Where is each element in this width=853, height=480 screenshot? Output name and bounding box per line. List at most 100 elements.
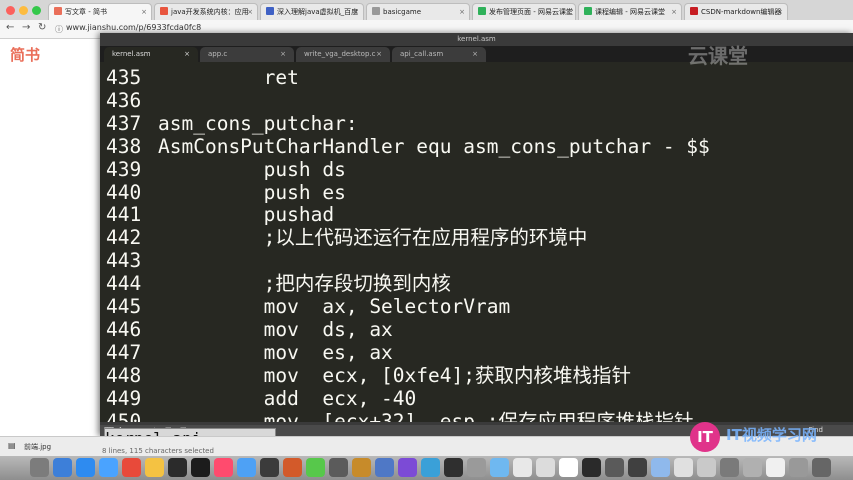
code-text: mov es, ax: [158, 340, 393, 364]
editor-tab[interactable]: app.c ×: [200, 47, 294, 62]
line-number: 438: [106, 134, 142, 158]
dock-app-icon[interactable]: [444, 458, 463, 477]
reload-icon[interactable]: ↻: [38, 22, 46, 33]
close-tab-icon[interactable]: ×: [565, 4, 571, 20]
selection-status: 8 lines, 115 characters selected: [102, 447, 214, 455]
editor-tab[interactable]: api_call.asm ×: [392, 47, 486, 62]
line-number: 435: [106, 66, 142, 89]
line-number: 444: [106, 272, 142, 296]
dock-app-icon[interactable]: [168, 458, 187, 477]
page-info-icon[interactable]: ⓘ: [55, 24, 63, 35]
dock-app-icon[interactable]: [812, 458, 831, 477]
dock-app-icon[interactable]: [30, 458, 49, 477]
code-editor-window: kernel.asm kernel.asm × app.c × write_vga_de…: [100, 33, 853, 436]
dock-app-icon[interactable]: [145, 458, 164, 477]
close-editor-tab-icon[interactable]: ×: [184, 47, 190, 62]
close-editor-tab-icon[interactable]: ×: [472, 47, 478, 62]
browser-tab-label: java开发系统内核：应用: [171, 8, 249, 16]
close-tab-icon[interactable]: ×: [353, 4, 359, 20]
back-icon[interactable]: ←: [6, 22, 14, 33]
line-number: 449: [106, 386, 142, 410]
dock-app-icon[interactable]: [536, 458, 555, 477]
favicon-icon: [160, 7, 168, 15]
browser-tab-label: 课程编辑 - 网易云课堂: [595, 8, 665, 16]
dock-app-icon[interactable]: [237, 458, 256, 477]
dock-app-icon[interactable]: [76, 458, 95, 477]
line-number: 445: [106, 295, 142, 318]
dock-app-icon[interactable]: [559, 458, 578, 477]
zoom-window-button[interactable]: [32, 6, 41, 15]
code-text: add ecx, -40: [158, 386, 417, 410]
line-number: 446: [106, 317, 142, 341]
browser-tab[interactable]: 课程编辑 - 网易云课堂 ×: [578, 3, 682, 20]
watermark-top: 云课堂: [688, 44, 748, 68]
dock-app-icon[interactable]: [214, 458, 233, 477]
dock-app-icon[interactable]: [651, 458, 670, 477]
code-text: push ds: [158, 157, 346, 181]
line-number: 442: [106, 226, 142, 250]
dock-app-icon[interactable]: [99, 458, 118, 477]
dock-app-icon[interactable]: [513, 458, 532, 477]
code-text: mov [ecx+32], esp ;保存应用程序堆栈指针: [158, 409, 694, 423]
close-tab-icon[interactable]: ×: [459, 4, 465, 20]
browser-tab[interactable]: CSDN-markdown编辑器 ×: [684, 3, 788, 20]
favicon-icon: [584, 7, 592, 15]
dock-app-icon[interactable]: [697, 458, 716, 477]
browser-tab[interactable]: 深入理解java虚拟机_百度 ×: [260, 3, 364, 20]
dock-app-icon[interactable]: [421, 458, 440, 477]
dock-app-icon[interactable]: [490, 458, 509, 477]
code-text: ;以上代码还运行在应用程序的环境中: [158, 226, 588, 250]
browser-tab[interactable]: 写文章 - 简书 ×: [48, 3, 152, 20]
line-number: 447: [106, 340, 142, 364]
dock-app-icon[interactable]: [283, 458, 302, 477]
dock-app-icon[interactable]: [743, 458, 762, 477]
download-file-name[interactable]: 前端.jpg: [24, 442, 51, 452]
browser-tab-label: 写文章 - 简书: [65, 8, 107, 16]
code-area[interactable]: 435 ret 436 437 asm_cons_putchar: 438 AsmCons…: [100, 62, 853, 422]
dock-app-icon[interactable]: [674, 458, 693, 477]
dock-app-icon[interactable]: [375, 458, 394, 477]
dock-app-icon[interactable]: [582, 458, 601, 477]
dock-app-icon[interactable]: [605, 458, 624, 477]
browser-tab-strip: 写文章 - 简书 × java开发系统内核：应用 × 深入理解java虚拟机_百度 × ba…: [0, 0, 853, 21]
dock-app-icon[interactable]: [260, 458, 279, 477]
editor-tab-label: app.c: [208, 50, 228, 58]
line-number: 439: [106, 157, 142, 181]
dock-app-icon[interactable]: [306, 458, 325, 477]
forward-icon[interactable]: →: [22, 22, 30, 33]
close-window-button[interactable]: [6, 6, 15, 15]
editor-tab[interactable]: kernel.asm ×: [104, 47, 198, 62]
code-text: ret: [158, 66, 299, 89]
dock-app-icon[interactable]: [329, 458, 348, 477]
dock-app-icon[interactable]: [789, 458, 808, 477]
browser-tab[interactable]: basicgame ×: [366, 3, 470, 20]
dock-app-icon[interactable]: [720, 458, 739, 477]
browser-tab[interactable]: java开发系统内核：应用 ×: [154, 3, 258, 20]
editor-tab-label: kernel.asm: [112, 50, 151, 58]
dock-app-icon[interactable]: [766, 458, 785, 477]
close-editor-tab-icon[interactable]: ×: [280, 47, 286, 62]
close-tab-icon[interactable]: ×: [671, 4, 677, 20]
dock-app-icon[interactable]: [191, 458, 210, 477]
dock-app-icon[interactable]: [467, 458, 486, 477]
dock-app-icon[interactable]: [122, 458, 141, 477]
minimize-window-button[interactable]: [19, 6, 28, 15]
favicon-icon: [372, 7, 380, 15]
dock-app-icon[interactable]: [53, 458, 72, 477]
url-field[interactable]: www.jianshu.com/p/6933fcda0fc8: [66, 23, 201, 32]
editor-tab[interactable]: write_vga_desktop.c ×: [296, 47, 390, 62]
line-number: 443: [106, 249, 142, 273]
browser-tab[interactable]: 发布管理页面 - 网易云课堂 ×: [472, 3, 576, 20]
jianshu-logo: 简书: [10, 46, 41, 64]
close-tab-icon[interactable]: ×: [141, 4, 147, 20]
close-tab-icon[interactable]: ×: [247, 4, 253, 20]
it-logo-icon: IT: [690, 422, 720, 452]
dock-app-icon[interactable]: [352, 458, 371, 477]
line-number: 440: [106, 180, 142, 204]
close-editor-tab-icon[interactable]: ×: [376, 47, 382, 62]
dock-app-icon[interactable]: [398, 458, 417, 477]
close-tab-icon[interactable]: ×: [777, 4, 783, 20]
dock-app-icon[interactable]: [628, 458, 647, 477]
favicon-icon: [690, 7, 698, 15]
code-text: push es: [158, 180, 346, 204]
